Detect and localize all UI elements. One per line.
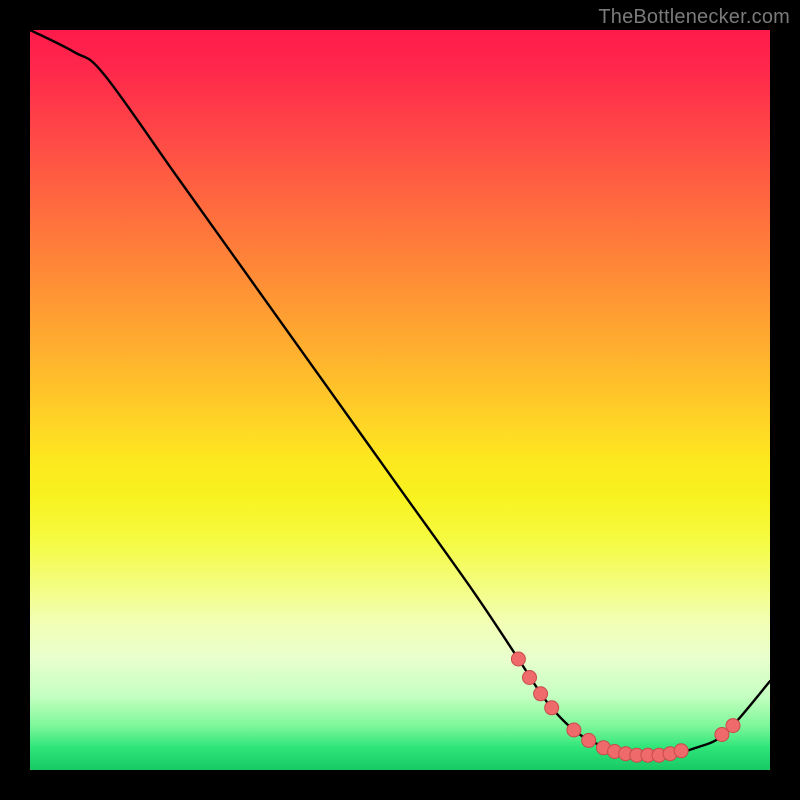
curve-marker (715, 728, 729, 742)
chart-svg (30, 30, 770, 770)
curve-marker (567, 723, 581, 737)
chart-stage: TheBottlenecker.com (0, 0, 800, 800)
bottleneck-curve (30, 30, 770, 756)
curve-marker (726, 719, 740, 733)
curve-marker (663, 747, 677, 761)
curve-marker (652, 748, 666, 762)
curve-marker (597, 741, 611, 755)
attribution-label: TheBottlenecker.com (598, 6, 790, 29)
chart-plot-area (30, 30, 770, 770)
curve-marker (523, 671, 537, 685)
curve-marker (545, 701, 559, 715)
curve-marker (674, 744, 688, 758)
curve-marker (582, 733, 596, 747)
curve-marker (511, 652, 525, 666)
curve-marker (641, 748, 655, 762)
curve-marker (534, 687, 548, 701)
curve-marker (608, 745, 622, 759)
curve-marker (619, 747, 633, 761)
curve-markers (511, 652, 740, 762)
curve-marker (630, 748, 644, 762)
